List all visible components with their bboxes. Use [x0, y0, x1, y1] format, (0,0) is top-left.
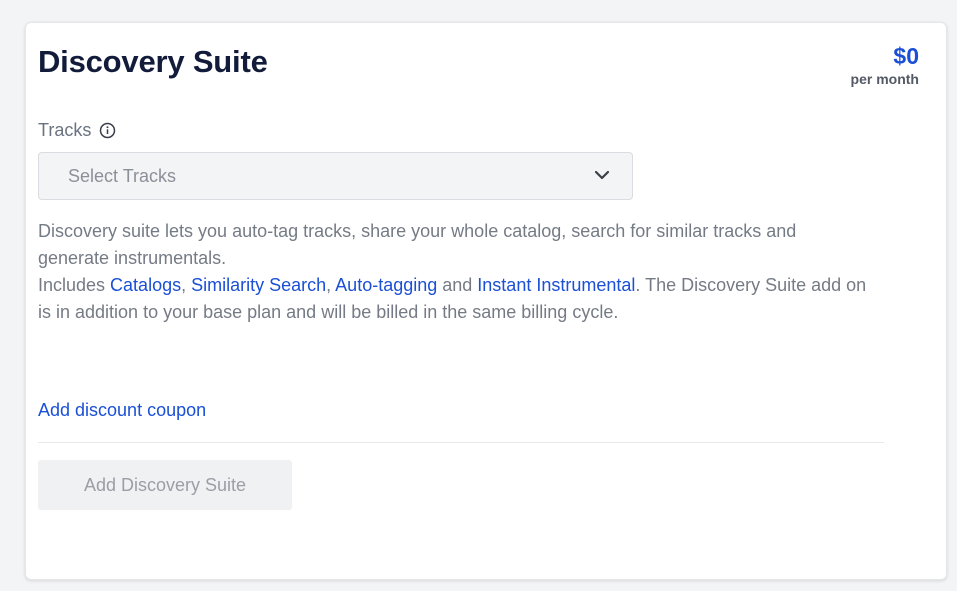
tracks-select-placeholder: Select Tracks: [68, 165, 177, 186]
price-period: per month: [850, 71, 919, 87]
add-discovery-suite-button[interactable]: Add Discovery Suite: [38, 460, 292, 510]
link-catalogs[interactable]: Catalogs: [110, 275, 181, 295]
chevron-down-icon: [594, 167, 610, 185]
link-auto-tagging[interactable]: Auto-tagging: [335, 275, 437, 295]
link-similarity-search[interactable]: Similarity Search: [191, 275, 326, 295]
description-intro: Discovery suite lets you auto-tag tracks…: [38, 221, 797, 268]
tracks-select[interactable]: Select Tracks: [38, 152, 633, 200]
includes-prefix: Includes: [38, 275, 111, 295]
price-amount: $0: [893, 43, 919, 69]
card-header: Discovery Suite $0 per month: [38, 42, 919, 88]
separator: ,: [326, 275, 336, 295]
description: Discovery suite lets you auto-tag tracks…: [38, 218, 868, 326]
divider: [38, 442, 884, 443]
price-block: $0 per month: [851, 42, 919, 88]
tracks-label-text: Tracks: [38, 120, 92, 140]
separator: and: [437, 275, 478, 295]
separator: ,: [181, 275, 192, 295]
info-circle-icon[interactable]: [99, 122, 116, 139]
tracks-label: Tracks: [38, 120, 116, 141]
add-discount-coupon-link[interactable]: Add discount coupon: [38, 398, 206, 422]
card-title: Discovery Suite: [38, 44, 268, 79]
link-instant-instrumental[interactable]: Instant Instrumental: [477, 275, 635, 295]
